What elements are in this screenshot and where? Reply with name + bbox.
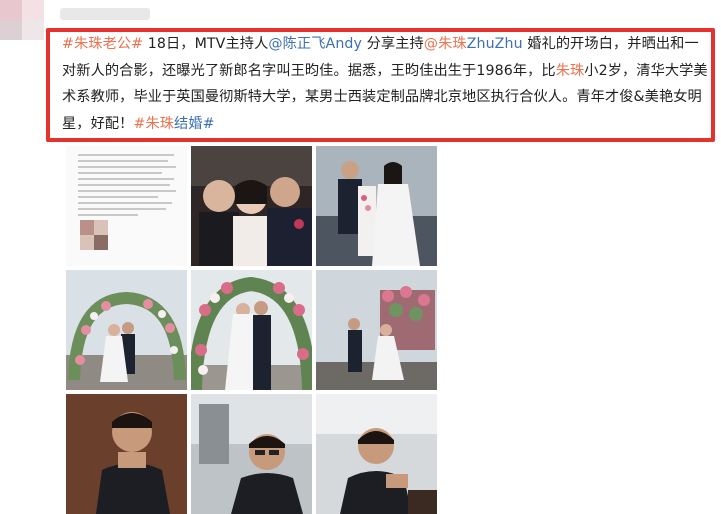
photo-groom-portrait-1[interactable] xyxy=(66,394,187,514)
photo-groom-portrait-3[interactable] xyxy=(316,394,437,514)
photo-groom-portrait-2[interactable] xyxy=(191,394,312,514)
highlight-box xyxy=(46,28,715,142)
avatar[interactable] xyxy=(0,0,44,40)
photo-flower-arch-2[interactable] xyxy=(191,270,312,390)
photo-selfie-group[interactable] xyxy=(191,146,312,266)
photo-text-screenshot[interactable] xyxy=(66,146,187,266)
blurred-username[interactable] xyxy=(60,8,150,20)
photo-flower-arch-1[interactable] xyxy=(66,270,187,390)
photo-flower-arch-3[interactable] xyxy=(316,270,437,390)
photo-cake-cutting[interactable] xyxy=(316,146,437,266)
